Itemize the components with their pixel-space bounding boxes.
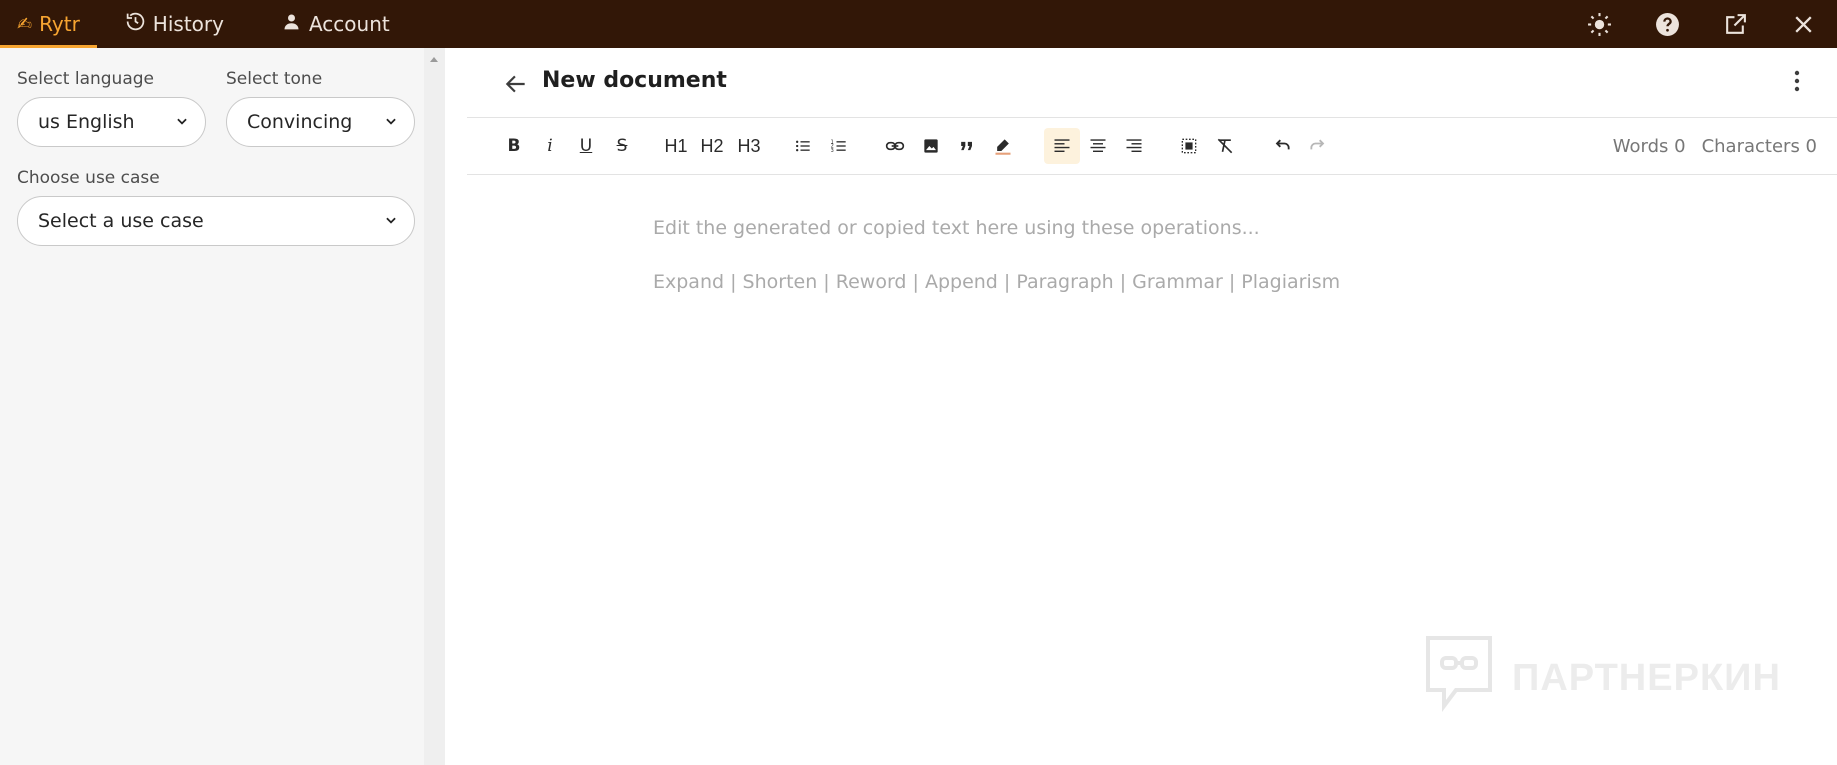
link-icon[interactable] (877, 128, 913, 164)
tone-select[interactable]: Convincing (226, 97, 415, 147)
tone-select-value: Convincing (247, 111, 353, 133)
editor-placeholder-line1[interactable]: Edit the generated or copied text here u… (653, 217, 1260, 239)
editor-placeholder-line2: Expand | Shorten | Reword | Append | Par… (653, 271, 1341, 293)
nav-tab-label: Rytr (39, 12, 80, 36)
align-center-icon[interactable] (1080, 128, 1116, 164)
editor-toolbar: B i U S H1 H2 H3 123 Words 0 Characters … (467, 118, 1837, 175)
clear-format-icon[interactable] (1207, 128, 1243, 164)
align-right-icon[interactable] (1116, 128, 1152, 164)
language-label: Select language (17, 69, 154, 89)
undo-icon[interactable] (1264, 128, 1300, 164)
scroll-up-arrow-icon[interactable] (430, 57, 438, 62)
words-count: Words 0 (1612, 136, 1686, 157)
quote-icon[interactable] (949, 128, 985, 164)
highlight-pen-icon[interactable] (985, 128, 1021, 164)
document-title[interactable]: New document (542, 68, 727, 93)
bullet-list-icon[interactable] (785, 128, 821, 164)
select-all-icon[interactable] (1171, 128, 1207, 164)
help-icon[interactable] (1633, 0, 1701, 48)
bold-button[interactable]: B (496, 128, 532, 164)
watermark: ПАРТНЕРКИН (1422, 634, 1781, 722)
back-arrow-icon[interactable] (503, 71, 529, 97)
characters-count: Characters 0 (1701, 136, 1817, 157)
heading3-button[interactable]: H3 (731, 128, 767, 164)
underline-button[interactable]: U (568, 128, 604, 164)
align-left-icon[interactable] (1044, 128, 1080, 164)
language-select-value: us English (38, 111, 135, 133)
chevron-down-icon (384, 210, 398, 232)
more-vertical-icon[interactable] (1787, 68, 1807, 94)
svg-text:3: 3 (831, 148, 834, 154)
chevron-down-icon (384, 111, 398, 133)
history-icon (125, 11, 146, 37)
use-case-select[interactable]: Select a use case (17, 196, 415, 246)
strikethrough-button[interactable]: S (604, 128, 640, 164)
nav-tab-label: Account (308, 12, 390, 36)
sidebar: Select language us English Select tone C… (0, 48, 445, 765)
watermark-logo-icon (1422, 634, 1496, 722)
redo-icon[interactable] (1300, 128, 1336, 164)
language-select[interactable]: us English (17, 97, 206, 147)
top-nav: ✍ Rytr History Account (0, 0, 1837, 48)
heading2-button[interactable]: H2 (694, 128, 730, 164)
image-icon[interactable] (913, 128, 949, 164)
nav-tab-label: History (152, 12, 224, 36)
nav-tab-account[interactable]: Account (241, 0, 407, 48)
sidebar-scrollbar[interactable] (424, 48, 445, 765)
nav-tab-rytr[interactable]: ✍ Rytr (0, 0, 97, 48)
use-case-select-value: Select a use case (38, 210, 204, 232)
italic-button[interactable]: i (532, 128, 568, 164)
user-icon (281, 11, 302, 37)
document-header: New document (467, 48, 1837, 118)
watermark-text: ПАРТНЕРКИН (1512, 656, 1781, 699)
numbered-list-icon[interactable]: 123 (821, 128, 857, 164)
open-external-icon[interactable] (1701, 0, 1769, 48)
tone-label: Select tone (226, 69, 323, 89)
nav-tab-history[interactable]: History (97, 0, 241, 48)
use-case-label: Choose use case (17, 168, 160, 188)
word-character-count: Words 0 Characters 0 (1613, 136, 1817, 157)
theme-icon[interactable] (1565, 0, 1633, 48)
close-icon[interactable] (1769, 0, 1837, 48)
chevron-down-icon (175, 111, 189, 133)
document-editor: New document B i U S H1 H2 H3 123 Words … (467, 48, 1837, 765)
heading1-button[interactable]: H1 (658, 128, 694, 164)
rytr-logo-icon: ✍ (17, 13, 33, 35)
